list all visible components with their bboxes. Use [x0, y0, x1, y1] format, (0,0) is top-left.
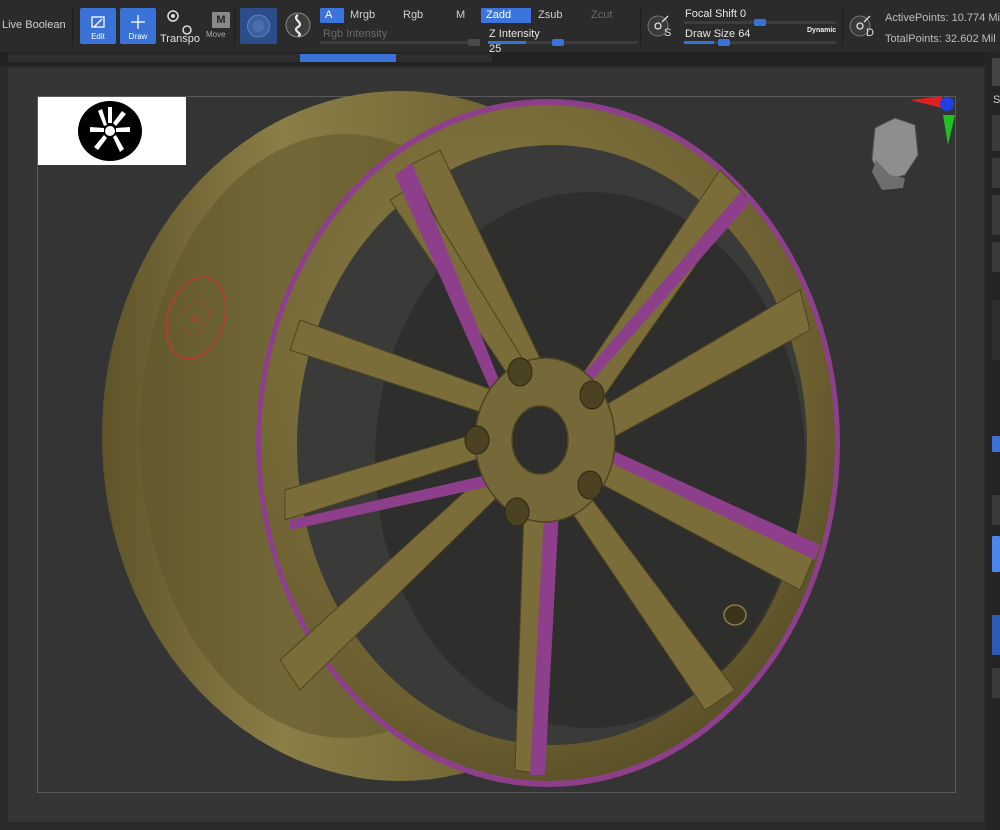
lug-hole: [579, 380, 605, 410]
lug-hole: [577, 470, 603, 500]
right-panel-toggle[interactable]: [992, 615, 1000, 655]
gizmo-y-axis: [943, 115, 955, 145]
lug-hole: [507, 357, 533, 387]
navigation-gizmo[interactable]: [871, 96, 955, 190]
lug-hole: [464, 425, 490, 455]
right-panel-button[interactable]: [992, 115, 1000, 151]
right-panel-button[interactable]: [992, 495, 1000, 525]
lug-hole: [504, 497, 530, 527]
right-panel-button[interactable]: [992, 668, 1000, 698]
navigation-thumbnail[interactable]: [38, 97, 186, 165]
gizmo-x-axis: [910, 96, 942, 108]
right-panel-toggle[interactable]: [992, 536, 1000, 572]
right-panel-toggle[interactable]: [992, 436, 1000, 452]
right-panel-s-label: S: [993, 94, 1000, 106]
right-panel-button[interactable]: [992, 242, 1000, 272]
gizmo-z-axis: [940, 97, 954, 111]
right-panel-button[interactable]: [992, 195, 1000, 235]
right-panel-button[interactable]: [992, 58, 1000, 86]
right-panel-button[interactable]: [992, 158, 1000, 188]
valve-hole: [723, 604, 747, 626]
center-bore: [511, 405, 569, 475]
right-panel-button[interactable]: [992, 300, 1000, 360]
thumbnail-wheel-icon: [78, 101, 142, 161]
